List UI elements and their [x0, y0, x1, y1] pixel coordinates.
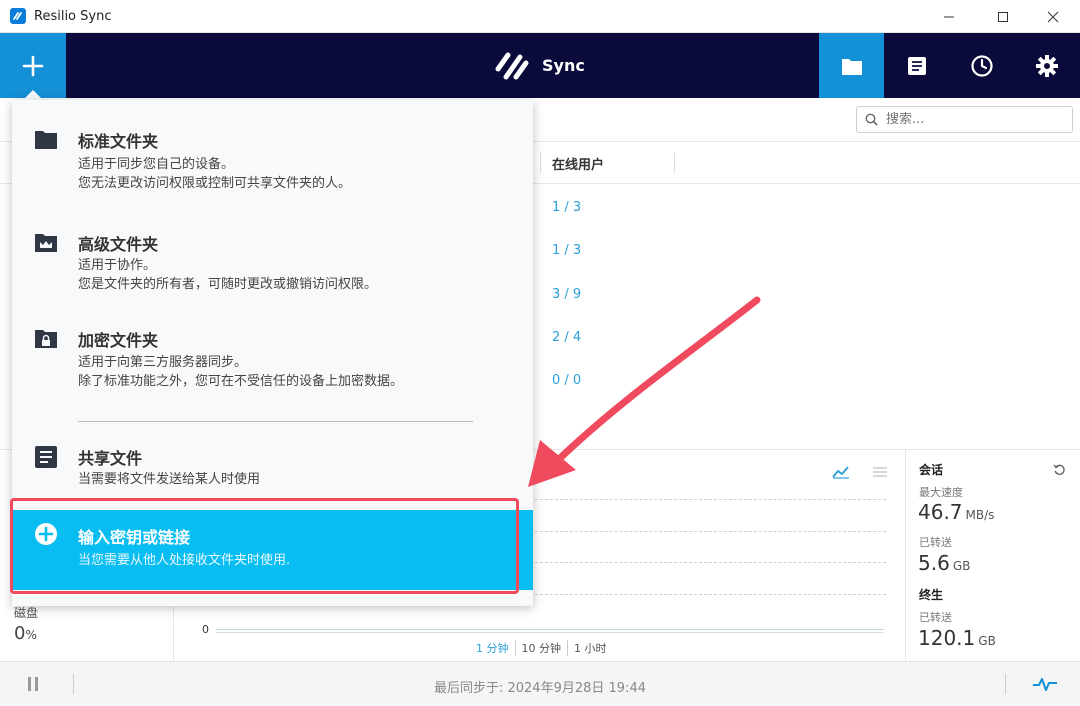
menu-item-desc: 适用于协作。: [78, 258, 157, 273]
minimize-icon: [944, 16, 954, 17]
range-10-minutes[interactable]: 10 分钟: [516, 640, 568, 656]
search-icon: [865, 113, 878, 126]
chart-y-tick: 0: [202, 623, 209, 636]
menu-item-desc: 适用于向第三方服务器同步。: [78, 355, 248, 370]
minimize-button[interactable]: [926, 0, 972, 33]
online-users-value: 0 / 0: [552, 373, 582, 388]
window-title: Resilio Sync: [34, 8, 112, 24]
resilio-logo-icon: [495, 52, 529, 80]
menu-item-advanced-folder[interactable]: 高级文件夹 适用于协作。 您是文件夹的所有者，可随时更改或撤销访问权限。: [12, 231, 533, 311]
maximize-icon: [998, 11, 1008, 22]
stats-panel: 会话 最大速度 46.7 MB/s 已转送 5.6 GB 终生 已转送 120.1 G…: [906, 450, 1080, 662]
activity-pulse-icon: [1033, 678, 1057, 691]
session-transferred-label: 已转送: [919, 536, 952, 549]
menu-item-title: 高级文件夹: [78, 235, 159, 254]
reset-icon: [1053, 464, 1065, 475]
resilio-app-icon: [10, 8, 26, 24]
clock-icon: [970, 54, 993, 77]
menu-item-desc: 当需要将文件发送给某人时使用: [78, 472, 261, 487]
online-users-value: 3 / 9: [552, 287, 582, 302]
session-label: 会话: [919, 463, 944, 477]
menu-item-desc: 除了标准功能之外，您可在不受信任的设备上加密数据。: [78, 374, 404, 389]
online-users-value: 1 / 3: [552, 200, 582, 215]
max-speed-value: 46.7 MB/s: [918, 500, 995, 524]
menu-item-title: 标准文件夹: [78, 132, 159, 151]
lifetime-transferred-label: 已转送: [919, 611, 952, 624]
menu-item-desc: 您是文件夹的所有者，可随时更改或撤销访问权限。: [78, 277, 378, 292]
settings-tab[interactable]: [1014, 33, 1079, 98]
session-transferred-value: 5.6 GB: [918, 551, 971, 575]
line-chart-icon: [832, 466, 849, 479]
last-sync-status: 最后同步于: 2024年9月28日 19:44: [433, 681, 646, 696]
search-box[interactable]: [856, 106, 1073, 133]
lock-folder-icon: [34, 327, 58, 353]
disk-label: 磁盘: [14, 606, 39, 620]
online-users-value: 2 / 4: [552, 330, 582, 345]
search-input[interactable]: [886, 112, 1056, 127]
add-button[interactable]: [0, 33, 66, 98]
menu-item-share-file[interactable]: 共享文件 当需要将文件发送给某人时使用: [12, 445, 533, 495]
document-icon: [34, 445, 58, 473]
status-bar: 最后同步于: 2024年9月28日 19:44: [0, 661, 1080, 706]
reset-stats-button[interactable]: [1053, 461, 1066, 480]
menu-item-title: 加密文件夹: [78, 331, 159, 350]
activity-button[interactable]: [1032, 675, 1058, 697]
chart-series-line: [216, 629, 884, 630]
folders-tab[interactable]: [819, 33, 884, 98]
logo-text: Sync: [542, 55, 585, 75]
menu-item-encrypted-folder[interactable]: 加密文件夹 适用于向第三方服务器同步。 除了标准功能之外，您可在不受信任的设备上…: [12, 327, 533, 407]
sync-logo: Sync: [494, 47, 585, 83]
chart-gridline: [530, 594, 886, 595]
transfers-tab[interactable]: [949, 33, 1014, 98]
list-icon: [907, 56, 926, 75]
menu-item-desc: 适用于同步您自己的设备。: [78, 157, 235, 172]
annotation-highlight-box: [10, 498, 519, 594]
maximize-button[interactable]: [980, 0, 1026, 33]
chart-x-axis: [216, 632, 884, 633]
chart-gridline: [530, 531, 886, 532]
list-lines-icon: [873, 467, 887, 477]
menu-item-title: 共享文件: [78, 449, 143, 468]
time-range-tabs: 1 分钟 10 分钟 1 小时: [470, 640, 613, 656]
history-tab[interactable]: [884, 33, 949, 98]
plus-icon: [22, 55, 44, 76]
chart-view-button[interactable]: [832, 464, 850, 483]
chart-gridline: [530, 499, 886, 500]
column-divider: [540, 153, 541, 173]
close-icon: [1047, 11, 1059, 22]
column-divider: [674, 153, 675, 173]
folder-icon: [841, 58, 862, 75]
folder-icon: [34, 128, 58, 154]
close-button[interactable]: [1030, 0, 1076, 33]
crown-folder-icon: [34, 231, 58, 257]
max-speed-label: 最大速度: [919, 486, 963, 499]
column-online-users[interactable]: 在线用户: [552, 154, 604, 173]
chart-gridline: [530, 562, 886, 563]
title-bar: Resilio Sync: [0, 0, 1080, 33]
range-1-hour[interactable]: 1 小时: [568, 640, 613, 656]
list-view-button[interactable]: [872, 464, 888, 483]
menu-divider: [78, 421, 473, 422]
gear-icon: [1035, 54, 1058, 77]
menu-caret: [25, 90, 41, 98]
status-divider: [1005, 674, 1006, 694]
menu-item-standard-folder[interactable]: 标准文件夹 适用于同步您自己的设备。 您无法更改访问权限或控制可共享文件夹的人。: [12, 128, 533, 208]
range-1-minute[interactable]: 1 分钟: [470, 640, 516, 656]
app-header: Sync: [0, 33, 1080, 98]
disk-value: 0%: [14, 623, 37, 644]
lifetime-label: 终生: [919, 588, 944, 602]
online-users-value: 1 / 3: [552, 243, 582, 258]
menu-item-desc: 您无法更改访问权限或控制可共享文件夹的人。: [78, 176, 352, 191]
lifetime-transferred-value: 120.1 GB: [918, 626, 996, 650]
